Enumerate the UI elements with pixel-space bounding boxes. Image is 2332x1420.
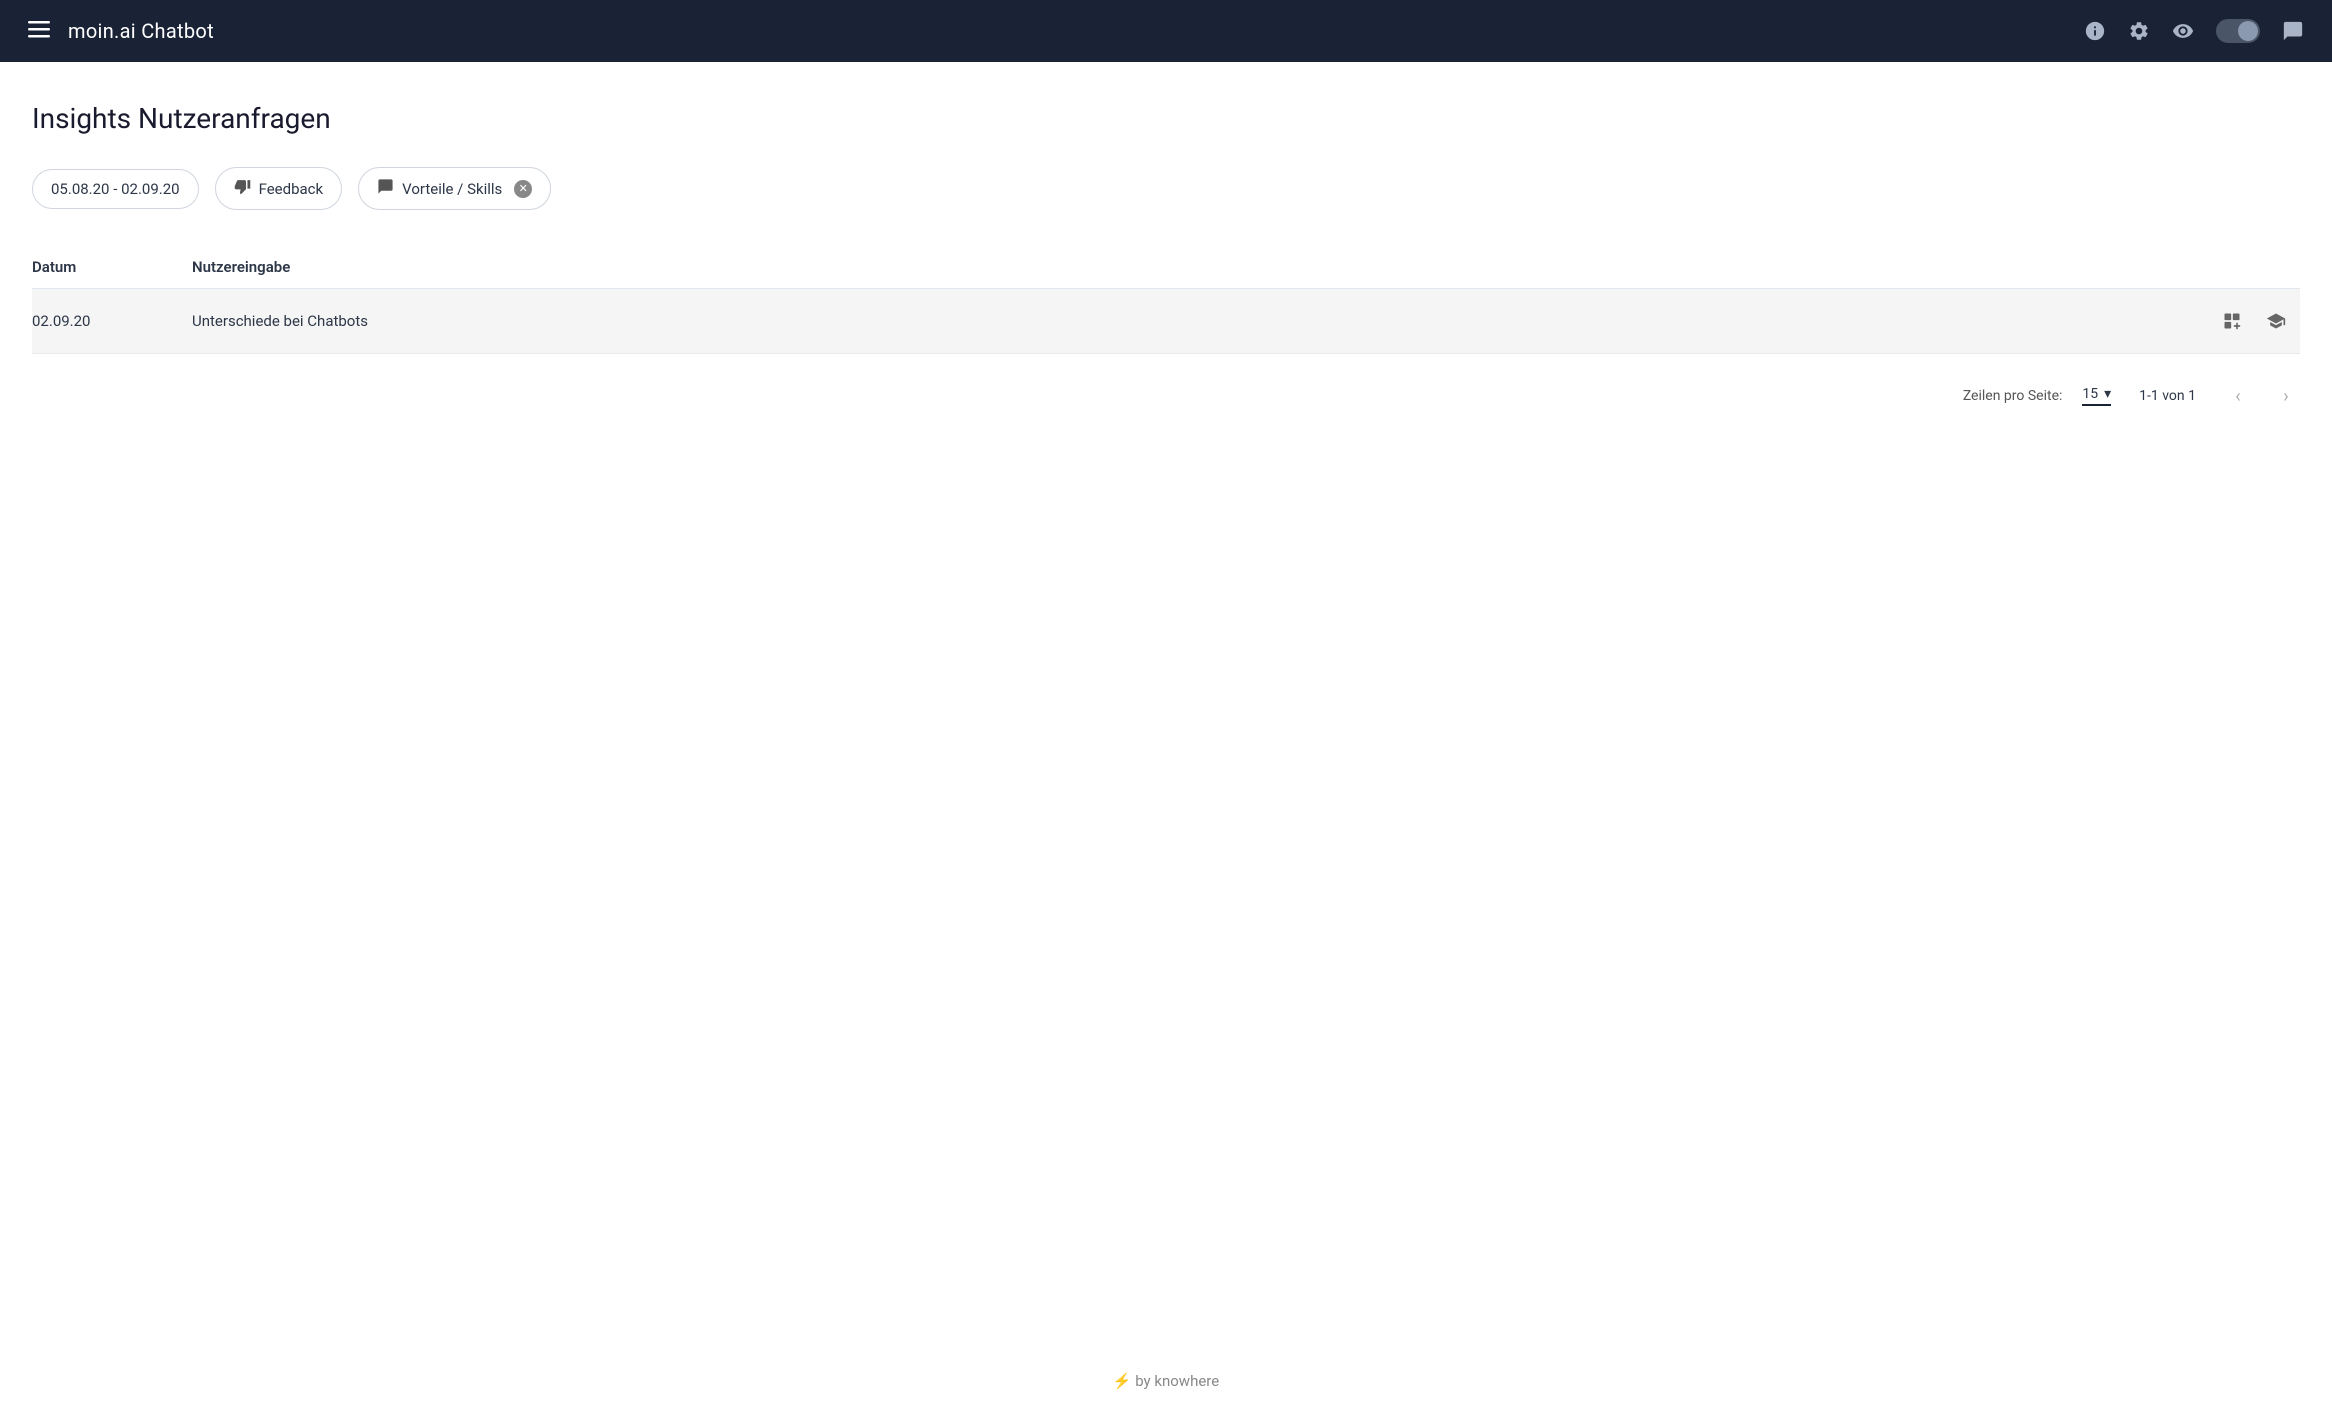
info-icon[interactable] [2084,20,2106,42]
data-table: Datum Nutzereingabe 02.09.20 Unterschied… [32,250,2300,354]
row-nutzereingabe: Unterschiede bei Chatbots [192,312,2216,330]
toggle-switch[interactable] [2216,19,2260,43]
page-title: Insights Nutzeranfragen [32,102,2300,135]
footer: ⚡ by knowhere [0,1352,2332,1420]
row-datum: 02.09.20 [32,312,192,330]
main-content: Insights Nutzeranfragen 05.08.20 - 02.09… [0,62,2332,1352]
vorteile-skills-close-icon[interactable]: ✕ [514,180,532,198]
vorteile-skills-chip[interactable]: Vorteile / Skills ✕ [358,167,551,210]
row-action-assign-icon[interactable] [2216,305,2248,337]
next-page-button[interactable]: › [2272,382,2300,410]
footer-text: by knowhere [1135,1372,1219,1390]
navbar-right [2084,19,2304,43]
pagination-row: Zeilen pro Seite: 15 ▾ 1-1 von 1 ‹ › [32,354,2300,426]
table-row: 02.09.20 Unterschiede bei Chatbots [32,289,2300,354]
navbar-left: moin.ai Chatbot [28,18,214,45]
vorteile-skills-label: Vorteile / Skills [402,180,502,198]
row-action-learn-icon[interactable] [2260,305,2292,337]
row-actions [2216,305,2300,337]
page-info: 1-1 von 1 [2139,388,2196,404]
navbar: moin.ai Chatbot [0,0,2332,62]
zeilen-dropdown-icon: ▾ [2104,386,2111,402]
feedback-label: Feedback [259,180,324,198]
column-header-nutzereingabe: Nutzereingabe [192,258,2300,276]
chat-icon[interactable] [2282,20,2304,42]
column-header-datum: Datum [32,258,192,276]
menu-icon[interactable] [28,18,50,45]
zeilen-value: 15 [2082,386,2098,402]
eye-icon[interactable] [2172,20,2194,42]
zeilen-pro-seite-label: Zeilen pro Seite: [1963,388,2063,404]
date-range-label: 05.08.20 - 02.09.20 [51,180,180,198]
lightning-icon: ⚡ [1113,1372,1132,1390]
table-header: Datum Nutzereingabe [32,250,2300,289]
thumbs-down-icon [234,178,251,199]
zeilen-select[interactable]: 15 ▾ [2082,386,2111,406]
filter-row: 05.08.20 - 02.09.20 Feedback Vorteile / … [32,167,2300,210]
settings-icon[interactable] [2128,20,2150,42]
brand-title: moin.ai Chatbot [68,19,214,43]
toggle-knob [2238,21,2258,41]
feedback-chip[interactable]: Feedback [215,167,343,210]
chat-bubble-icon [377,178,394,199]
date-range-chip[interactable]: 05.08.20 - 02.09.20 [32,169,199,209]
prev-page-button[interactable]: ‹ [2224,382,2252,410]
